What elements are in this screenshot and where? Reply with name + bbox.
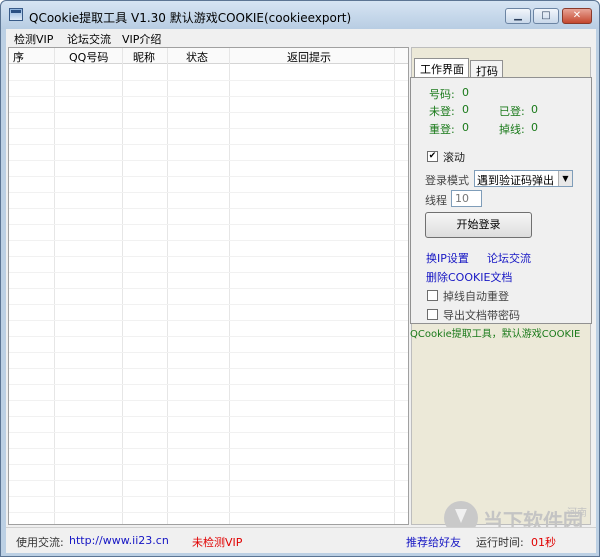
stat-not-logged-value: 0 bbox=[462, 103, 469, 116]
row-divider bbox=[9, 128, 408, 129]
menu-check-vip[interactable]: 检测VIP bbox=[14, 31, 53, 47]
column-divider bbox=[54, 48, 55, 524]
row-divider bbox=[9, 304, 408, 305]
notice-text: QCookie提取工具，默认游戏COOKIE bbox=[410, 329, 581, 339]
minimize-button[interactable]: ▁ bbox=[505, 8, 531, 24]
column-header-message[interactable]: 返回提示 bbox=[287, 49, 331, 65]
forum-link[interactable]: 论坛交流 bbox=[487, 250, 531, 266]
column-divider bbox=[122, 48, 123, 524]
recommend-link[interactable]: 推荐给好友 bbox=[406, 534, 461, 550]
auto-relogin-checkbox[interactable] bbox=[427, 290, 438, 301]
auto-relogin-label: 掉线自动重登 bbox=[443, 290, 509, 303]
column-header-qq[interactable]: QQ号码 bbox=[69, 49, 108, 65]
window-title: QCookie提取工具 V1.30 默认游戏COOKIE(cookieexpor… bbox=[29, 11, 352, 25]
app-window: QCookie提取工具 V1.30 默认游戏COOKIE(cookieexpor… bbox=[0, 0, 600, 557]
export-password-label: 导出文档带密码 bbox=[443, 309, 520, 322]
stat-relogin-label: 重登: bbox=[429, 123, 455, 136]
threads-input[interactable]: 10 bbox=[451, 190, 482, 207]
delete-cookie-link[interactable]: 删除COOKIE文档 bbox=[426, 269, 512, 285]
watermark-small-text: 河南 bbox=[567, 508, 587, 519]
app-icon bbox=[9, 8, 23, 21]
login-mode-select[interactable]: 遇到验证码弹出 ▼ bbox=[474, 170, 573, 187]
runtime-value: 01秒 bbox=[531, 536, 556, 549]
row-divider bbox=[9, 464, 408, 465]
change-ip-link[interactable]: 换IP设置 bbox=[426, 250, 469, 266]
row-divider bbox=[9, 272, 408, 273]
contact-url-link[interactable]: http://www.ii23.cn bbox=[69, 534, 169, 547]
row-divider bbox=[9, 208, 408, 209]
start-login-button[interactable]: 开始登录 bbox=[425, 212, 532, 238]
column-divider bbox=[167, 48, 168, 524]
chevron-down-icon: ▼ bbox=[558, 171, 572, 186]
row-divider bbox=[9, 192, 408, 193]
row-divider bbox=[9, 352, 408, 353]
row-divider bbox=[9, 112, 408, 113]
stat-number-value: 0 bbox=[462, 86, 469, 99]
export-password-checkbox[interactable] bbox=[427, 309, 438, 320]
row-divider bbox=[9, 480, 408, 481]
scroll-checkbox-label: 滚动 bbox=[443, 151, 465, 164]
row-divider bbox=[9, 240, 408, 241]
column-header-status[interactable]: 状态 bbox=[186, 49, 208, 65]
row-divider bbox=[9, 160, 408, 161]
close-button[interactable]: ✕ bbox=[562, 8, 592, 24]
stat-logged-value: 0 bbox=[531, 103, 538, 116]
column-header-index[interactable]: 序 bbox=[13, 49, 24, 65]
runtime-label: 运行时间: bbox=[476, 536, 524, 549]
stat-offline-value: 0 bbox=[531, 121, 538, 134]
tab-captcha[interactable]: 打码 bbox=[470, 60, 503, 78]
row-divider bbox=[9, 224, 408, 225]
scroll-checkbox[interactable]: ✔ bbox=[427, 151, 438, 162]
column-divider bbox=[229, 48, 230, 524]
row-divider bbox=[9, 144, 408, 145]
tab-work-content: 号码: 0 未登: 0 已登: 0 重登: 0 掉线: 0 ✔ 滚动 登录模式 … bbox=[410, 77, 592, 324]
column-header-nickname[interactable]: 昵称 bbox=[133, 49, 155, 65]
menu-vip-intro[interactable]: VIP介绍 bbox=[122, 31, 161, 47]
stat-offline-label: 掉线: bbox=[499, 123, 525, 136]
stat-number-label: 号码: bbox=[429, 88, 455, 101]
row-divider bbox=[9, 80, 408, 81]
list-header: 序 QQ号码 昵称 状态 返回提示 bbox=[9, 48, 408, 64]
stat-relogin-value: 0 bbox=[462, 121, 469, 134]
status-bar: 使用交流: http://www.ii23.cn 未检测VIP 推荐给好友 运行… bbox=[6, 527, 596, 553]
client-area: 检测VIP 论坛交流 VIP介绍 序 QQ号码 昵称 状态 返回提示 工作界面 … bbox=[6, 29, 596, 553]
row-divider bbox=[9, 368, 408, 369]
title-bar: QCookie提取工具 V1.30 默认游戏COOKIE(cookieexpor… bbox=[1, 1, 599, 29]
tab-control: 工作界面 打码 号码: 0 未登: 0 已登: 0 重登: 0 掉线: 0 ✔ … bbox=[410, 57, 592, 324]
maximize-button[interactable]: □ bbox=[533, 8, 559, 24]
menu-forum[interactable]: 论坛交流 bbox=[67, 31, 111, 47]
row-divider bbox=[9, 320, 408, 321]
row-divider bbox=[9, 384, 408, 385]
row-divider bbox=[9, 176, 408, 177]
row-divider bbox=[9, 400, 408, 401]
row-divider bbox=[9, 416, 408, 417]
stat-not-logged-label: 未登: bbox=[429, 105, 455, 118]
tab-work[interactable]: 工作界面 bbox=[414, 58, 469, 77]
row-divider bbox=[9, 496, 408, 497]
row-divider bbox=[9, 288, 408, 289]
login-mode-label: 登录模式 bbox=[425, 174, 469, 187]
column-divider bbox=[394, 48, 395, 524]
stat-logged-label: 已登: bbox=[499, 105, 525, 118]
threads-label: 线程 bbox=[425, 194, 447, 207]
menu-bar: 检测VIP 论坛交流 VIP介绍 bbox=[6, 29, 596, 47]
vip-status-text: 未检测VIP bbox=[192, 536, 243, 549]
account-list[interactable]: 序 QQ号码 昵称 状态 返回提示 bbox=[8, 47, 409, 525]
row-divider bbox=[9, 96, 408, 97]
contact-label: 使用交流: bbox=[16, 536, 64, 549]
row-divider bbox=[9, 448, 408, 449]
row-divider bbox=[9, 432, 408, 433]
row-divider bbox=[9, 512, 408, 513]
row-divider bbox=[9, 256, 408, 257]
login-mode-value: 遇到验证码弹出 bbox=[477, 174, 554, 187]
row-divider bbox=[9, 336, 408, 337]
